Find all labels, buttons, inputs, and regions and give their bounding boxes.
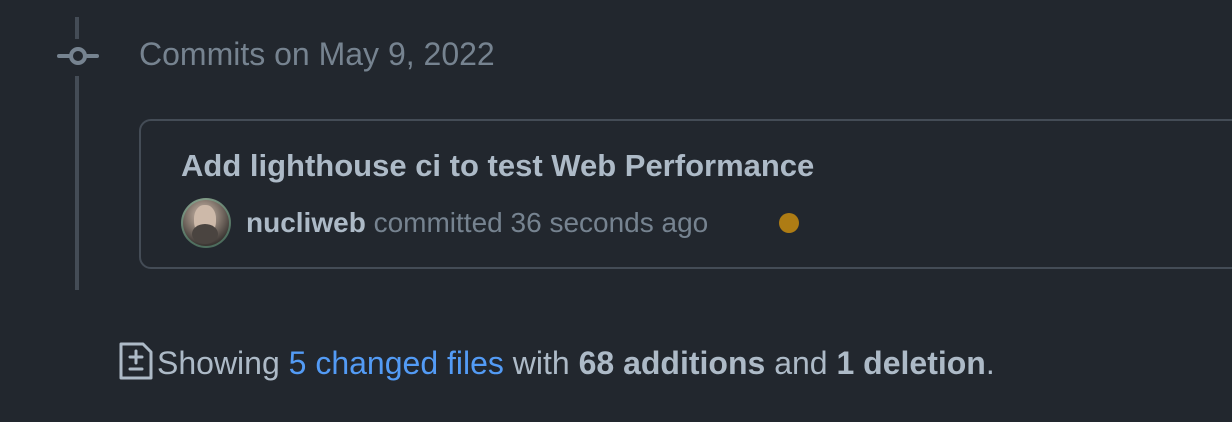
commit-card xyxy=(139,119,1232,269)
commits-date-heading: Commits on May 9, 2022 xyxy=(139,36,495,72)
deletions-count: 1 deletion xyxy=(836,345,986,381)
summary-period: . xyxy=(985,345,995,381)
commit-meta: nucliweb committed 36 seconds ago xyxy=(246,203,708,243)
changed-files-link[interactable]: 5 changed files xyxy=(289,345,504,381)
file-diff-icon xyxy=(119,342,153,380)
summary-with: with xyxy=(512,345,570,381)
avatar-beard xyxy=(192,224,218,244)
commit-time: 36 seconds ago xyxy=(510,207,709,238)
author-avatar[interactable] xyxy=(181,198,231,248)
timeline-line-top xyxy=(75,17,79,39)
commit-status-indicator[interactable] xyxy=(779,213,799,233)
git-commit-icon xyxy=(57,47,99,65)
commit-action-text: committed xyxy=(373,207,503,238)
additions-count: 68 additions xyxy=(578,345,766,381)
timeline-line xyxy=(75,76,79,290)
summary-prefix: Showing xyxy=(157,345,280,381)
author-link[interactable]: nucliweb xyxy=(246,207,366,238)
diff-summary: Showing 5 changed files with 68 addition… xyxy=(157,343,995,383)
commit-title-link[interactable]: Add lighthouse ci to test Web Performanc… xyxy=(181,146,814,186)
summary-and: and xyxy=(774,345,828,381)
